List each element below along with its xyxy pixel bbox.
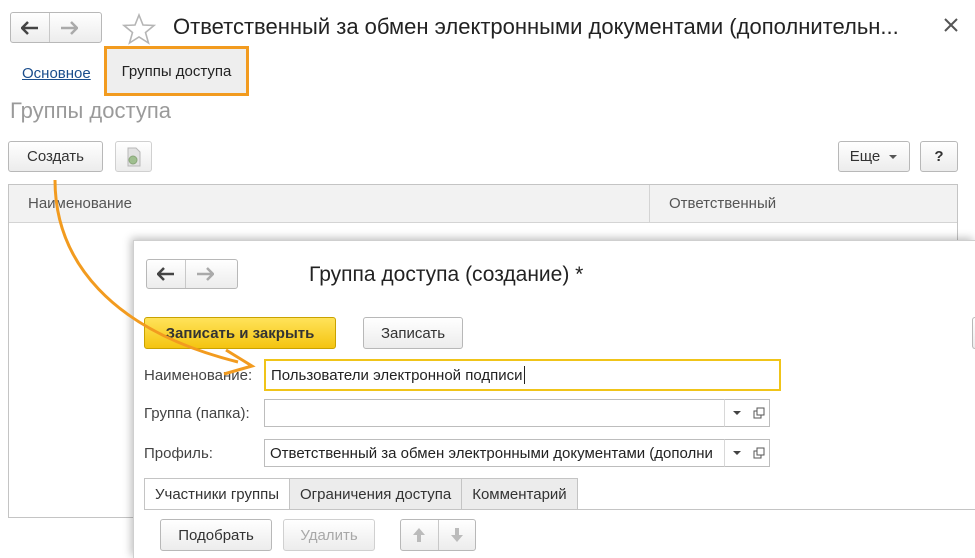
pick-button[interactable]: Подобрать	[160, 519, 272, 551]
tab-access-restrictions[interactable]: Ограничения доступа	[290, 478, 463, 510]
back-button[interactable]	[11, 13, 49, 42]
arrow-left-icon	[21, 20, 38, 35]
dialog-back-button[interactable]	[147, 260, 185, 288]
dialog-tabs: Участники группы Ограничения доступа Ком…	[144, 478, 578, 510]
name-value: Пользователи электронной подписи	[271, 366, 523, 384]
profile-value: Ответственный за обмен электронными доку…	[270, 444, 713, 462]
profile-label: Профиль:	[144, 445, 213, 462]
dialog-forward-button[interactable]	[185, 260, 223, 288]
section-title: Группы доступа	[10, 98, 171, 123]
history-nav	[10, 12, 102, 43]
window-title: Ответственный за обмен электронными доку…	[173, 14, 899, 39]
group-dropdown-button[interactable]	[724, 399, 748, 427]
arrow-up-icon	[413, 528, 426, 542]
delete-button[interactable]: Удалить	[283, 519, 375, 551]
name-label: Наименование:	[144, 367, 253, 384]
group-label: Группа (папка):	[144, 405, 250, 422]
more-button[interactable]: Еще	[838, 141, 910, 172]
chevron-down-icon	[732, 451, 741, 455]
arrow-right-icon	[60, 20, 78, 35]
tab-access-groups[interactable]: Группы доступа	[104, 46, 249, 96]
name-input[interactable]: Пользователи электронной подписи	[264, 359, 781, 391]
move-up-button[interactable]	[401, 520, 438, 550]
tab-comment[interactable]: Комментарий	[462, 478, 578, 510]
column-header-name[interactable]: Наименование	[28, 185, 132, 223]
arrow-right-icon	[196, 267, 214, 281]
copy-button[interactable]	[115, 141, 152, 172]
profile-open-button[interactable]	[748, 439, 770, 467]
column-header-responsible[interactable]: Ответственный	[669, 185, 776, 223]
arrow-down-icon	[450, 528, 463, 542]
forward-button[interactable]	[49, 13, 87, 42]
tab-main[interactable]: Основное	[22, 65, 91, 82]
members-panel: Подобрать Удалить	[144, 509, 975, 558]
profile-dropdown-button[interactable]	[724, 439, 748, 467]
create-button[interactable]: Создать	[8, 141, 103, 172]
open-window-icon	[753, 447, 764, 459]
chevron-down-icon	[889, 154, 898, 159]
dialog-history-nav	[146, 259, 238, 289]
dialog-title: Группа доступа (создание) *	[309, 263, 584, 286]
chevron-down-icon	[732, 411, 741, 415]
copy-doc-icon	[127, 147, 140, 166]
tab-group-members[interactable]: Участники группы	[144, 478, 290, 510]
more-label: Еще	[849, 148, 881, 165]
access-group-dialog: Группа доступа (создание) * Записать и з…	[133, 240, 975, 558]
group-input[interactable]	[264, 399, 749, 427]
save-button[interactable]: Записать	[363, 317, 463, 349]
help-button[interactable]: ?	[920, 141, 958, 172]
close-icon[interactable]	[940, 14, 962, 36]
move-down-button[interactable]	[437, 520, 475, 550]
profile-input[interactable]: Ответственный за обмен электронными доку…	[264, 439, 725, 467]
arrow-left-icon	[157, 267, 174, 281]
save-and-close-button[interactable]: Записать и закрыть	[144, 317, 336, 349]
table-header: Наименование Ответственный	[9, 185, 957, 223]
text-cursor	[523, 366, 525, 384]
column-divider	[649, 185, 650, 223]
move-group	[400, 519, 476, 551]
open-window-icon	[753, 407, 764, 419]
star-icon[interactable]	[122, 13, 156, 45]
group-open-button[interactable]	[748, 399, 770, 427]
